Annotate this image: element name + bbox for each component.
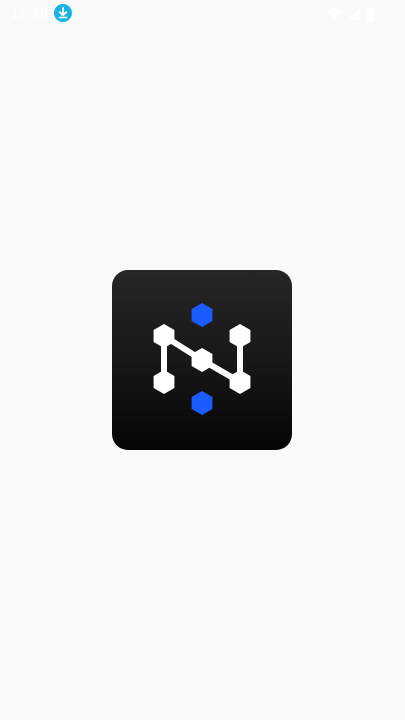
battery-icon — [366, 6, 375, 22]
status-time: 11:38 — [11, 5, 49, 22]
status-bar: 11:38 — [0, 0, 405, 28]
status-icons — [326, 5, 375, 23]
network-hexagon-logo-icon — [153, 303, 251, 415]
signal-icon — [347, 7, 361, 21]
app-logo — [112, 270, 292, 450]
download-icon — [54, 4, 72, 22]
wifi-icon — [326, 7, 342, 21]
